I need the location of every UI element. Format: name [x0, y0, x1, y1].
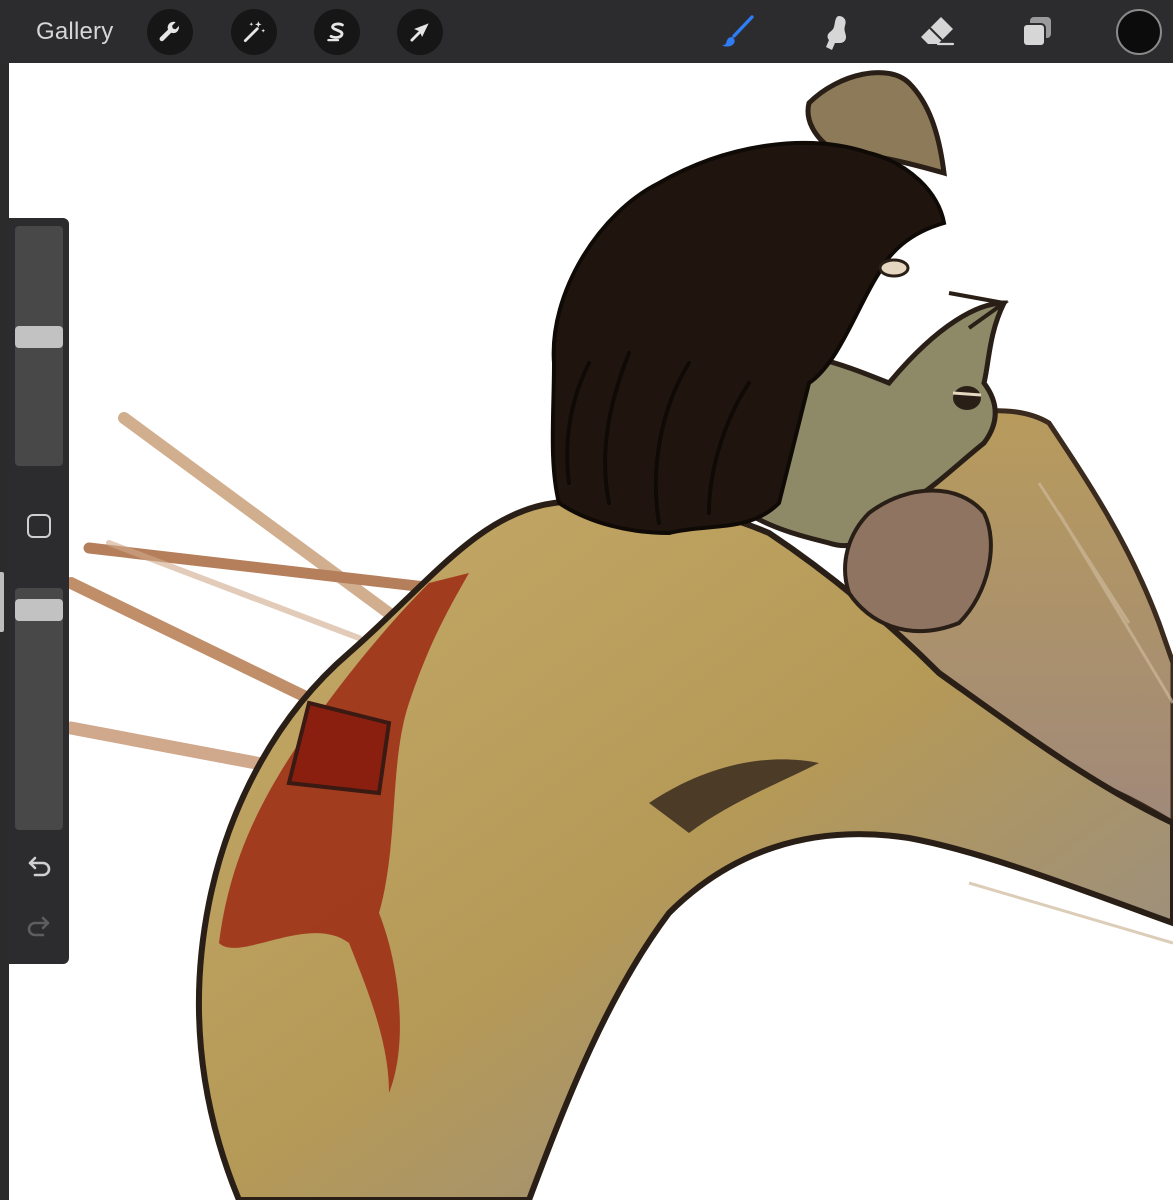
layers-button[interactable]	[1014, 9, 1060, 55]
brush-opacity-thumb[interactable]	[15, 599, 63, 621]
sidebar-edge-handle[interactable]	[0, 572, 4, 632]
square-modify-icon[interactable]	[27, 514, 51, 538]
redo-arrow-icon	[27, 916, 50, 937]
selection-button[interactable]	[314, 9, 360, 55]
layers-icon	[1022, 17, 1051, 47]
arrow-cursor-icon	[410, 23, 429, 42]
top-toolbar: Gallery	[0, 0, 1173, 63]
redo-button[interactable]	[24, 912, 54, 942]
eraser-tool-button[interactable]	[914, 9, 960, 55]
undo-arrow-icon	[28, 856, 51, 877]
gallery-button[interactable]: Gallery	[36, 16, 113, 48]
magic-wand-icon	[243, 21, 266, 43]
brush-sidebar	[9, 218, 69, 964]
paintbrush-icon	[722, 15, 754, 47]
selection-s-icon	[327, 22, 344, 42]
smudge-finger-icon	[826, 16, 846, 50]
drawing-canvas[interactable]	[9, 63, 1173, 1200]
wrench-icon	[159, 21, 180, 42]
color-picker-button[interactable]	[1116, 9, 1162, 55]
brush-opacity-slider[interactable]	[15, 588, 63, 830]
brush-tool-button[interactable]	[714, 9, 760, 55]
artwork-illustration	[64, 70, 1173, 1200]
transform-button[interactable]	[397, 9, 443, 55]
eraser-icon	[921, 17, 955, 46]
brush-size-thumb[interactable]	[15, 326, 63, 348]
undo-button[interactable]	[24, 852, 54, 882]
smudge-tool-button[interactable]	[814, 9, 860, 55]
actions-button[interactable]	[147, 9, 193, 55]
brush-size-slider[interactable]	[15, 226, 63, 466]
adjustments-button[interactable]	[231, 9, 277, 55]
